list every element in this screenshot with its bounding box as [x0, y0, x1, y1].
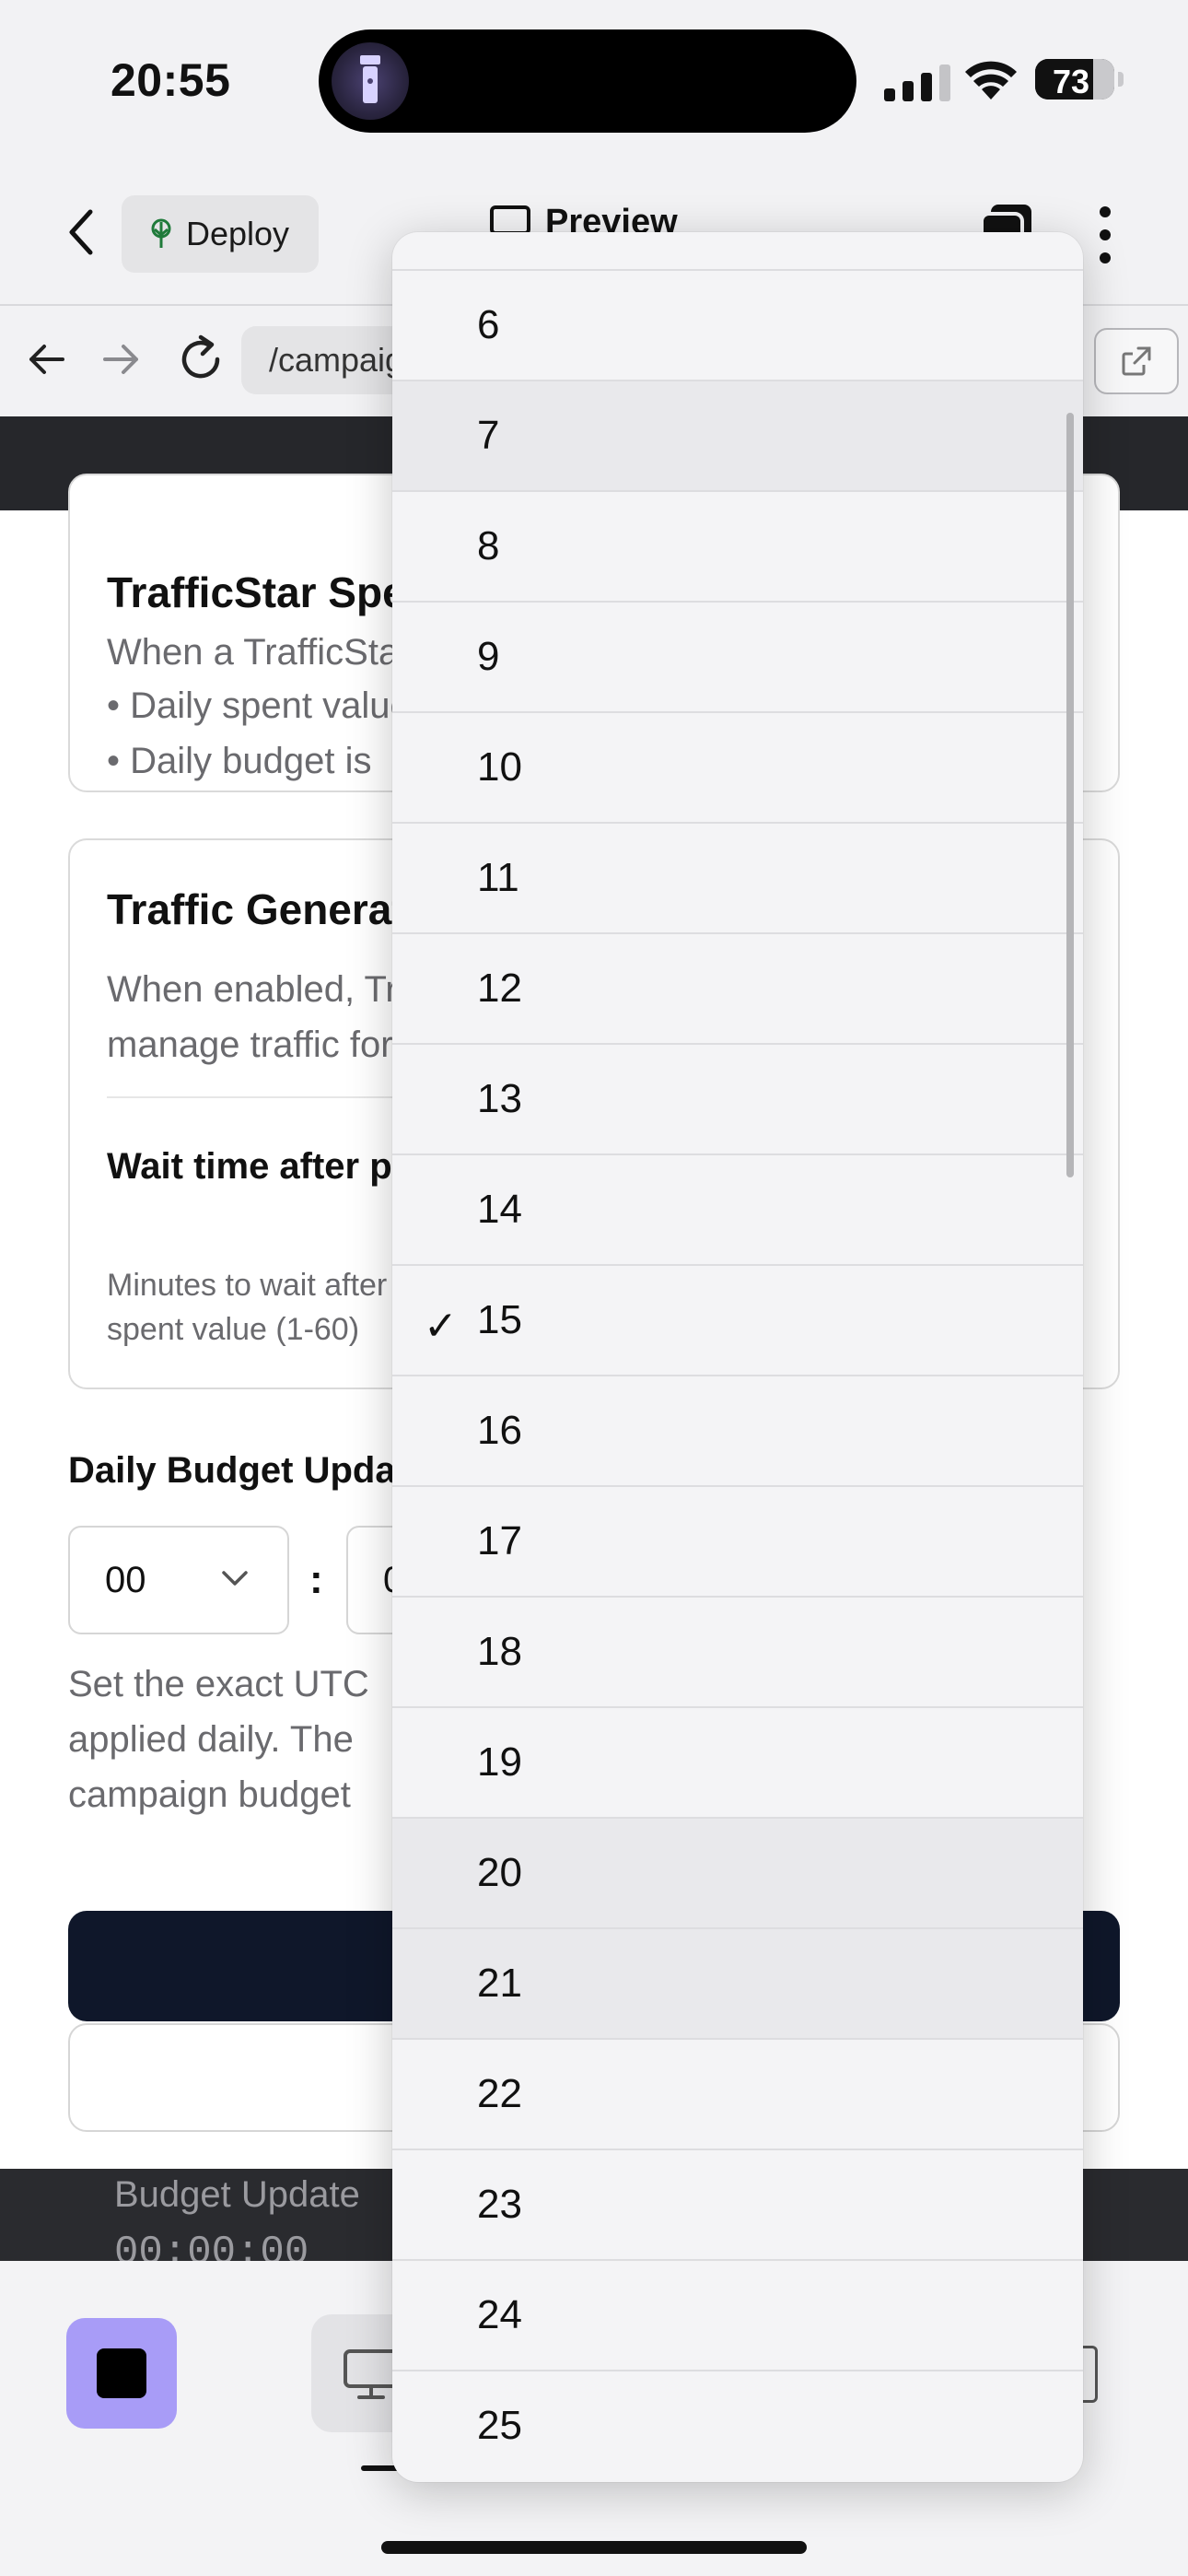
stop-icon — [97, 2348, 146, 2398]
minute-dropdown-menu[interactable]: 5 6 7 8 9 10 11 12 13 14 ✓ 15 16 17 18 19 20 21 22 23 24 25 — [392, 232, 1083, 2482]
card-text: • Daily spent value — [107, 685, 411, 726]
dropdown-option[interactable]: 11 — [392, 822, 1083, 932]
dropdown-option-label: 7 — [477, 413, 500, 458]
reload-icon[interactable] — [177, 334, 225, 383]
dropdown-option[interactable]: 19 — [392, 1706, 1083, 1817]
dropdown-option-label: 5 — [477, 232, 499, 237]
status-bar: 20:55 73 — [0, 0, 1188, 166]
dropdown-option-label: 25 — [477, 2403, 522, 2448]
dropdown-option[interactable]: 7 — [392, 380, 1083, 490]
dropdown-option[interactable]: 12 — [392, 932, 1083, 1043]
wait-time-help: spent value (1-60) — [107, 1312, 360, 1347]
back-chevron-icon[interactable] — [55, 203, 111, 262]
dropdown-options-list: 5 6 7 8 9 10 11 12 13 14 ✓ 15 16 17 18 19 20 21 22 23 24 25 — [392, 232, 1083, 2480]
time-separator: : — [309, 1557, 323, 1602]
browser-forward-icon[interactable] — [101, 339, 142, 380]
dropdown-option[interactable]: 8 — [392, 490, 1083, 601]
browser-back-icon[interactable] — [26, 339, 66, 380]
deploy-label: Deploy — [186, 215, 290, 252]
dropdown-option-label: 6 — [477, 302, 500, 347]
dropdown-option-label: 23 — [477, 2182, 522, 2227]
dropdown-option[interactable]: 9 — [392, 601, 1083, 711]
dropdown-option-label: 14 — [477, 1187, 522, 1232]
dropdown-option[interactable]: 25 — [392, 2370, 1083, 2480]
battery-level: 73 — [1052, 63, 1090, 100]
dropdown-option[interactable]: 24 — [392, 2259, 1083, 2370]
budget-help-text: campaign budget — [68, 1774, 351, 1815]
dropdown-option-label: 20 — [477, 1850, 522, 1895]
dropdown-option-label: 24 — [477, 2292, 522, 2337]
dropdown-option[interactable]: 14 — [392, 1153, 1083, 1264]
dropdown-option[interactable]: 22 — [392, 2038, 1083, 2149]
wait-time-help: Minutes to wait after — [107, 1268, 388, 1303]
dropdown-option-label: 16 — [477, 1408, 522, 1453]
flashlight-icon — [332, 42, 409, 120]
dropdown-option[interactable]: 13 — [392, 1043, 1083, 1153]
dropdown-option[interactable]: 18 — [392, 1596, 1083, 1706]
dropdown-option[interactable]: 10 — [392, 711, 1083, 822]
dynamic-island — [319, 29, 856, 133]
dropdown-scrollbar[interactable] — [1066, 413, 1074, 1177]
dropdown-option-label: 21 — [477, 1961, 522, 2006]
dropdown-option-label: 10 — [477, 744, 522, 790]
checkmark-icon: ✓ — [424, 1304, 458, 1349]
hour-value: 00 — [105, 1560, 146, 1600]
dropdown-option-label: 22 — [477, 2071, 522, 2116]
deploy-tree-icon — [151, 218, 171, 248]
dropdown-option[interactable]: 21 — [392, 1927, 1083, 2038]
card-text: manage traffic for — [107, 1025, 393, 1065]
dropdown-option[interactable]: 17 — [392, 1485, 1083, 1596]
desktop-monitor-icon — [344, 2349, 399, 2399]
dropdown-option[interactable]: 16 — [392, 1375, 1083, 1485]
budget-help-text: applied daily. The — [68, 1719, 354, 1760]
dropdown-option-label: 9 — [477, 634, 500, 679]
dropdown-option-label: 8 — [477, 523, 500, 568]
cellular-signal-icon — [884, 64, 950, 101]
open-external-button[interactable] — [1094, 328, 1179, 394]
dropdown-option-label: 18 — [477, 1629, 522, 1674]
hour-select[interactable]: 00 — [68, 1526, 289, 1634]
home-indicator — [381, 2541, 807, 2554]
card-text: • Daily budget is — [107, 741, 372, 781]
dropdown-option[interactable]: 6 — [392, 269, 1083, 380]
dropdown-option-label: 13 — [477, 1076, 522, 1121]
external-link-icon — [1122, 346, 1151, 376]
dropdown-option-label: 12 — [477, 966, 522, 1011]
wifi-icon — [965, 61, 1017, 100]
dropdown-option[interactable]: ✓ 15 — [392, 1264, 1083, 1375]
dropdown-option-label: 11 — [477, 855, 519, 900]
deploy-button[interactable]: Deploy — [122, 195, 319, 273]
status-time: 20:55 — [111, 54, 231, 106]
dropdown-option[interactable]: 23 — [392, 2149, 1083, 2259]
dropdown-option-label: 17 — [477, 1518, 522, 1563]
budget-help-text: Set the exact UTC — [68, 1664, 369, 1704]
dropdown-option[interactable]: 5 — [392, 232, 1083, 269]
chevron-down-icon — [222, 1571, 248, 1586]
battery-icon: 73 — [1035, 59, 1114, 100]
dropdown-option[interactable]: 20 — [392, 1817, 1083, 1927]
dropdown-option-label: 15 — [477, 1297, 522, 1342]
budget-update-footer-label: Budget Update — [114, 2174, 360, 2215]
dropdown-option-label: 19 — [477, 1739, 522, 1785]
battery-cap — [1118, 72, 1124, 87]
card-text: When a TrafficStar — [107, 632, 412, 673]
budget-update-footer-value: 00:00:00 — [114, 2230, 309, 2261]
stop-button[interactable] — [66, 2318, 177, 2429]
daily-budget-update-label: Daily Budget Update — [68, 1450, 429, 1491]
more-options-icon[interactable] — [1087, 203, 1124, 267]
